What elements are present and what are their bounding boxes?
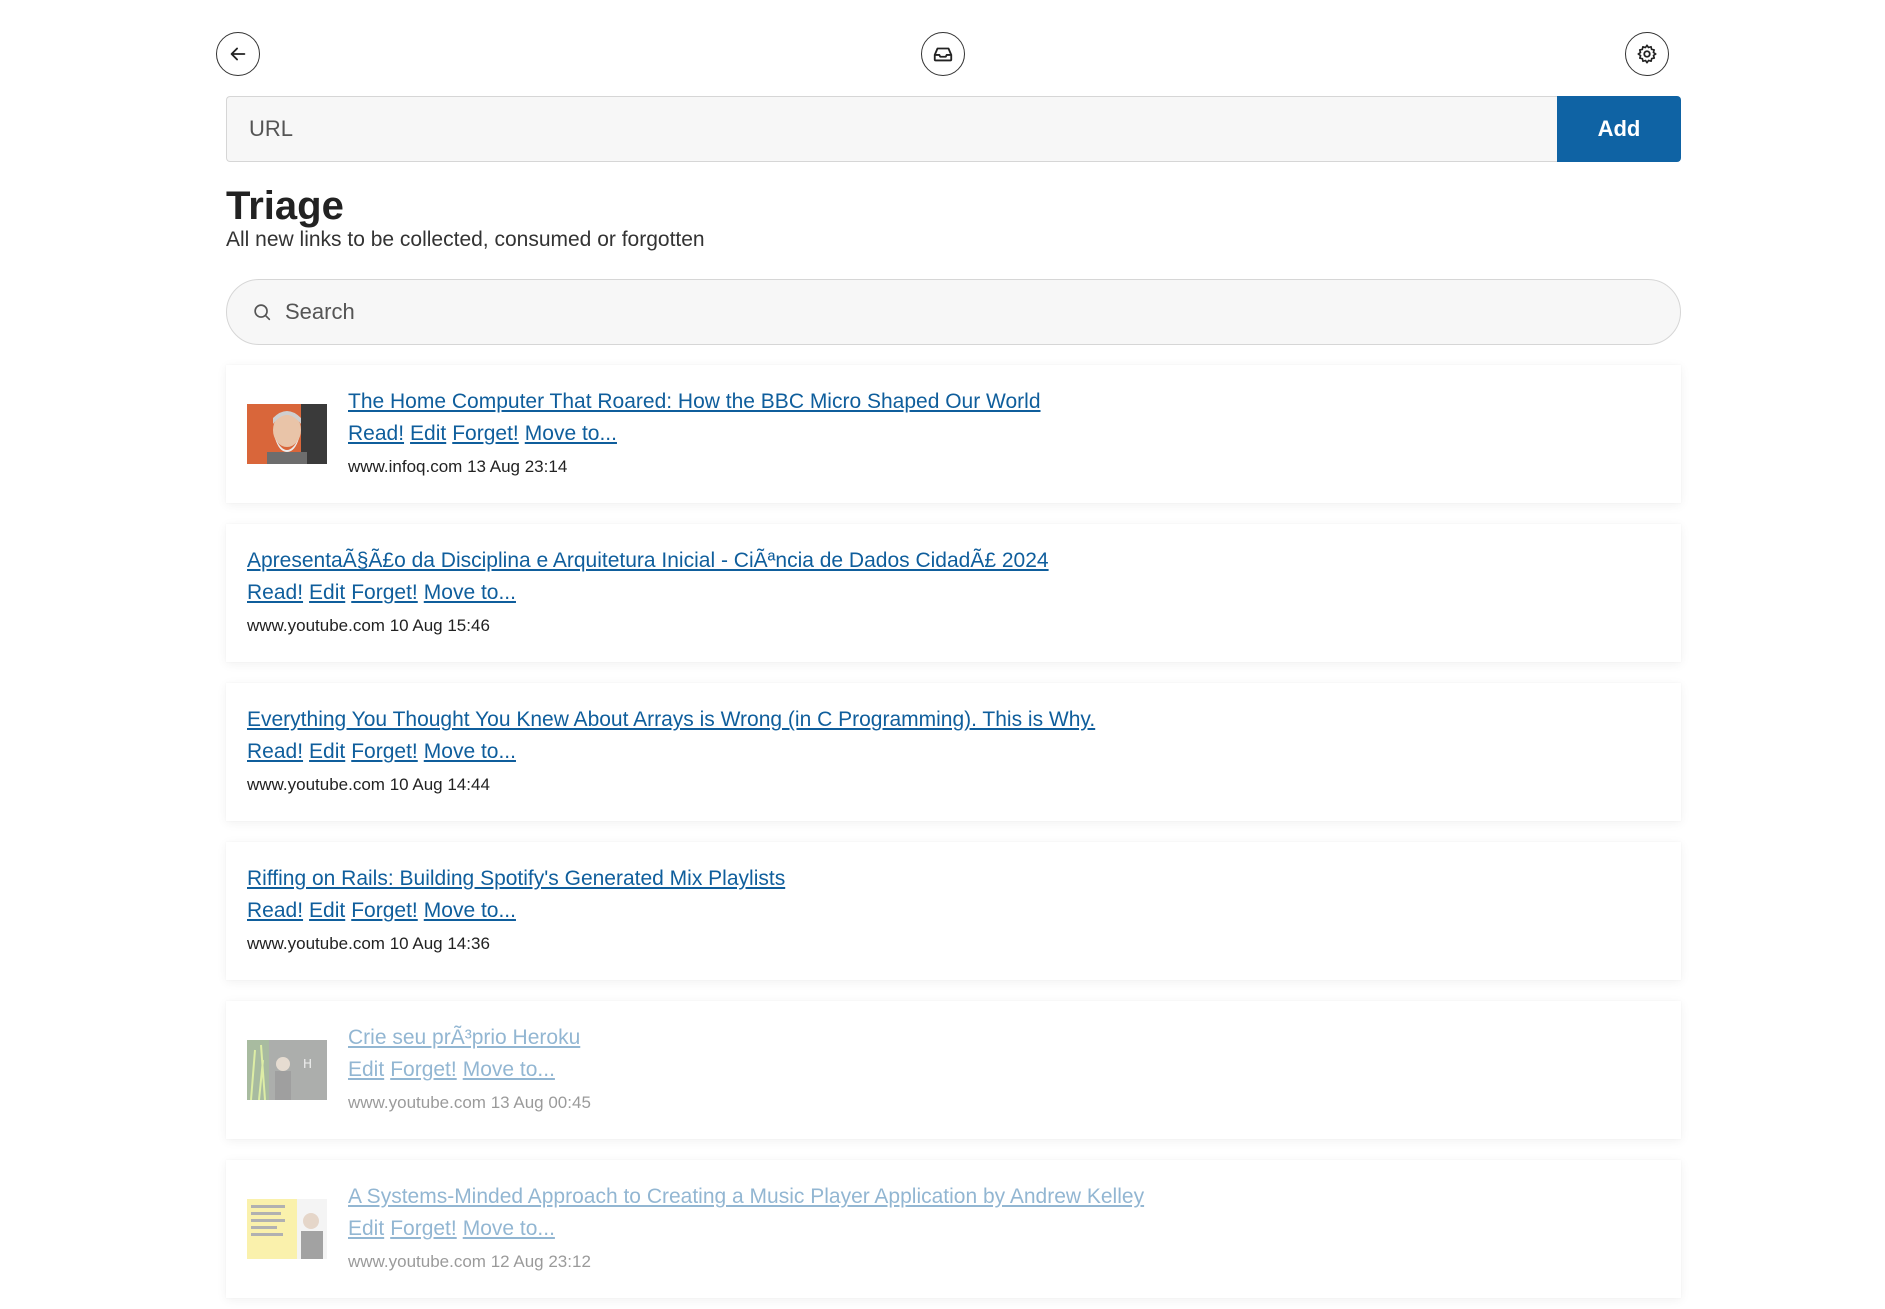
url-input[interactable] bbox=[226, 96, 1557, 162]
link-title[interactable]: The Home Computer That Roared: How the B… bbox=[348, 386, 1041, 418]
link-card: Riffing on Rails: Building Spotify's Gen… bbox=[226, 842, 1681, 980]
link-title[interactable]: Crie seu prÃ³prio Heroku bbox=[348, 1022, 591, 1054]
settings-button[interactable] bbox=[1625, 32, 1669, 76]
link-body: Everything You Thought You Knew About Ar… bbox=[247, 704, 1095, 800]
link-title[interactable]: ApresentaÃ§Ã£o da Disciplina e Arquitetu… bbox=[247, 545, 1049, 577]
link-date: 13 Aug 23:14 bbox=[467, 457, 568, 476]
move-to-action[interactable]: Move to... bbox=[525, 422, 617, 445]
link-actions: Edit Forget! Move to... bbox=[348, 1213, 1144, 1247]
add-button[interactable]: Add bbox=[1557, 96, 1681, 162]
forget-action[interactable]: Forget! bbox=[390, 1058, 457, 1081]
search-bar bbox=[226, 279, 1681, 345]
link-title[interactable]: Riffing on Rails: Building Spotify's Gen… bbox=[247, 863, 785, 895]
move-to-action[interactable]: Move to... bbox=[463, 1217, 555, 1240]
page-subtitle: All new links to be collected, consumed … bbox=[226, 228, 705, 251]
forget-action[interactable]: Forget! bbox=[351, 740, 418, 763]
inbox-button[interactable] bbox=[921, 32, 965, 76]
link-actions: Read! Edit Forget! Move to... bbox=[348, 418, 1041, 452]
page-title: Triage bbox=[226, 184, 344, 228]
gear-icon bbox=[1637, 44, 1657, 64]
link-title[interactable]: A Systems-Minded Approach to Creating a … bbox=[348, 1181, 1144, 1213]
link-thumbnail: H bbox=[247, 1040, 327, 1100]
link-date: 10 Aug 14:36 bbox=[389, 934, 490, 953]
svg-text:H: H bbox=[303, 1057, 312, 1071]
link-card: ApresentaÃ§Ã£o da Disciplina e Arquitetu… bbox=[226, 524, 1681, 662]
link-meta: www.youtube.com 10 Aug 14:36 bbox=[247, 929, 785, 959]
edit-action[interactable]: Edit bbox=[309, 581, 345, 604]
link-body: The Home Computer That Roared: How the B… bbox=[348, 386, 1041, 482]
search-icon bbox=[254, 304, 271, 321]
link-meta: www.youtube.com 10 Aug 15:46 bbox=[247, 611, 1049, 641]
edit-action[interactable]: Edit bbox=[309, 740, 345, 763]
link-body: A Systems-Minded Approach to Creating a … bbox=[348, 1181, 1144, 1277]
move-to-action[interactable]: Move to... bbox=[424, 740, 516, 763]
move-to-action[interactable]: Move to... bbox=[424, 581, 516, 604]
forget-action[interactable]: Forget! bbox=[351, 581, 418, 604]
link-domain: www.youtube.com bbox=[348, 1093, 486, 1112]
search-input[interactable] bbox=[283, 298, 1680, 326]
link-body: Crie seu prÃ³prio Heroku Edit Forget! Move… bbox=[348, 1022, 591, 1118]
read-action[interactable]: Read! bbox=[247, 740, 303, 763]
forget-action[interactable]: Forget! bbox=[351, 899, 418, 922]
move-to-action[interactable]: Move to... bbox=[463, 1058, 555, 1081]
edit-action[interactable]: Edit bbox=[348, 1058, 384, 1081]
read-action[interactable]: Read! bbox=[348, 422, 404, 445]
link-domain: www.youtube.com bbox=[247, 934, 385, 953]
link-meta: www.youtube.com 13 Aug 00:45 bbox=[348, 1088, 591, 1118]
link-body: Riffing on Rails: Building Spotify's Gen… bbox=[247, 863, 785, 959]
edit-action[interactable]: Edit bbox=[309, 899, 345, 922]
read-action[interactable]: Read! bbox=[247, 581, 303, 604]
link-domain: www.youtube.com bbox=[348, 1252, 486, 1271]
read-action[interactable]: Read! bbox=[247, 899, 303, 922]
link-meta: www.infoq.com 13 Aug 23:14 bbox=[348, 452, 1041, 482]
link-date: 10 Aug 14:44 bbox=[389, 775, 490, 794]
arrow-left-icon bbox=[230, 47, 246, 61]
link-list: The Home Computer That Roared: How the B… bbox=[226, 365, 1681, 1309]
link-domain: www.infoq.com bbox=[348, 457, 463, 476]
link-meta: www.youtube.com 12 Aug 23:12 bbox=[348, 1247, 1144, 1277]
add-url-form: Add bbox=[226, 96, 1681, 162]
link-date: 10 Aug 15:46 bbox=[389, 616, 490, 635]
link-thumbnail bbox=[247, 1199, 327, 1259]
link-card: H Crie seu prÃ³prio Heroku Edit Forget! Mo… bbox=[226, 1001, 1681, 1139]
link-card: The Home Computer That Roared: How the B… bbox=[226, 365, 1681, 503]
link-card: Everything You Thought You Knew About Ar… bbox=[226, 683, 1681, 821]
back-button[interactable] bbox=[216, 32, 260, 76]
page: Add Triage All new links to be collected… bbox=[0, 0, 1885, 1309]
link-actions: Read! Edit Forget! Move to... bbox=[247, 895, 785, 929]
edit-action[interactable]: Edit bbox=[410, 422, 446, 445]
forget-action[interactable]: Forget! bbox=[390, 1217, 457, 1240]
link-actions: Edit Forget! Move to... bbox=[348, 1054, 591, 1088]
link-actions: Read! Edit Forget! Move to... bbox=[247, 736, 1095, 770]
link-domain: www.youtube.com bbox=[247, 616, 385, 635]
inbox-icon bbox=[933, 47, 953, 62]
link-domain: www.youtube.com bbox=[247, 775, 385, 794]
link-date: 13 Aug 00:45 bbox=[490, 1093, 591, 1112]
link-title[interactable]: Everything You Thought You Knew About Ar… bbox=[247, 704, 1095, 736]
link-actions: Read! Edit Forget! Move to... bbox=[247, 577, 1049, 611]
forget-action[interactable]: Forget! bbox=[452, 422, 519, 445]
link-date: 12 Aug 23:12 bbox=[490, 1252, 591, 1271]
move-to-action[interactable]: Move to... bbox=[424, 899, 516, 922]
link-thumbnail bbox=[247, 404, 327, 464]
edit-action[interactable]: Edit bbox=[348, 1217, 384, 1240]
link-body: ApresentaÃ§Ã£o da Disciplina e Arquitetu… bbox=[247, 545, 1049, 641]
link-card: A Systems-Minded Approach to Creating a … bbox=[226, 1160, 1681, 1298]
link-meta: www.youtube.com 10 Aug 14:44 bbox=[247, 770, 1095, 800]
